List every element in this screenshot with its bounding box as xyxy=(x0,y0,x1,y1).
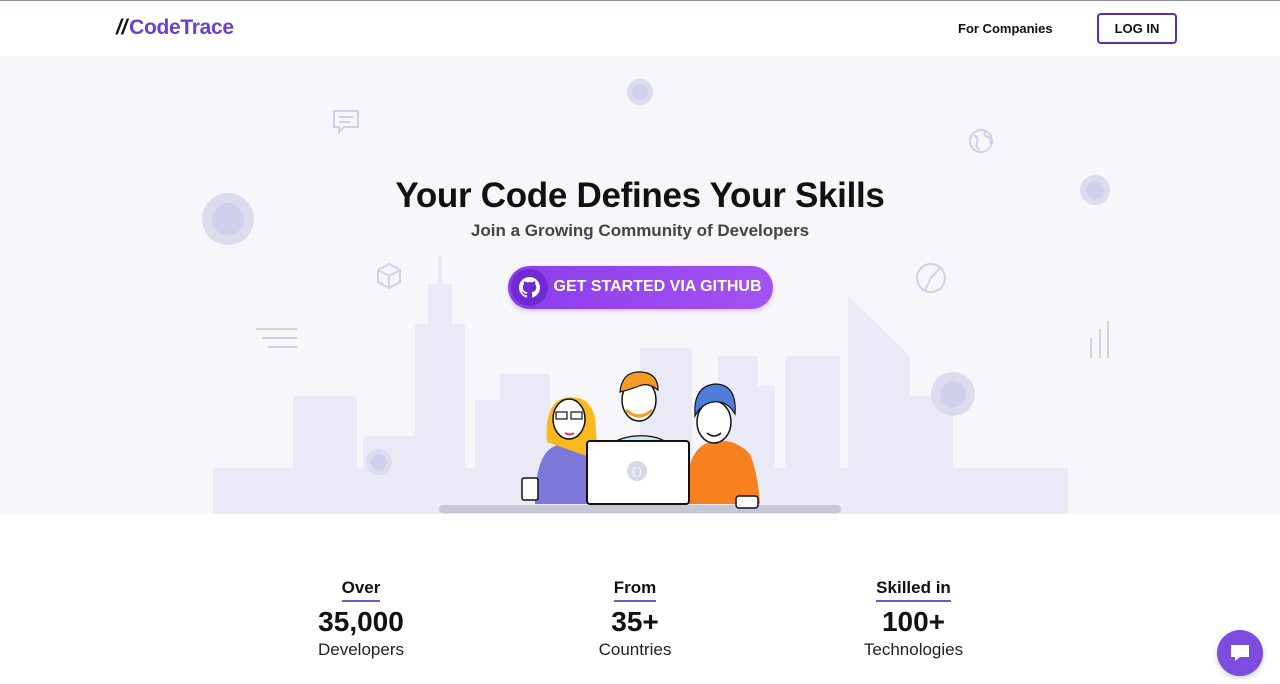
stat-value: 35,000 xyxy=(318,606,404,637)
stat-value: 35+ xyxy=(611,606,659,637)
laptop-code-symbol: {} xyxy=(631,467,644,478)
stat-prefix: Skilled in xyxy=(876,578,951,602)
hero-title: Your Code Defines Your Skills xyxy=(395,176,885,215)
chat-widget-button[interactable] xyxy=(1217,630,1263,676)
stat-value: 100+ xyxy=(881,606,946,637)
login-button[interactable]: LOG IN xyxy=(1097,13,1177,44)
navbar: //CodeTrace For Companies LOG IN xyxy=(0,1,1280,56)
stat-unit: Countries xyxy=(598,640,672,659)
stat-unit: Technologies xyxy=(863,640,964,659)
stat-prefix: Over xyxy=(341,578,381,602)
hero-section: {} Your Code Defines Your Skills Join a … xyxy=(0,56,1280,514)
logo[interactable]: //CodeTrace xyxy=(116,16,234,40)
stat-countries: From 35+ Countries xyxy=(575,578,695,660)
stat-prefix: From xyxy=(613,578,657,602)
chat-bubble-icon xyxy=(1231,645,1249,661)
github-icon xyxy=(511,269,548,306)
logo-text: CodeTrace xyxy=(129,16,234,39)
for-companies-link[interactable]: For Companies xyxy=(958,21,1053,36)
github-signup-button[interactable]: GET STARTED VIA GITHUB xyxy=(508,266,773,309)
logo-slashes: // xyxy=(116,16,128,39)
stat-technologies: Skilled in 100+ Technologies xyxy=(850,578,977,660)
stats-section: Over 35,000 Developers From 35+ Countrie… xyxy=(0,514,1280,684)
github-signup-label: GET STARTED VIA GITHUB xyxy=(553,278,762,295)
stat-developers: Over 35,000 Developers xyxy=(300,578,422,660)
hero-subtitle: Join a Growing Community of Developers xyxy=(470,221,810,240)
stat-unit: Developers xyxy=(318,640,404,659)
